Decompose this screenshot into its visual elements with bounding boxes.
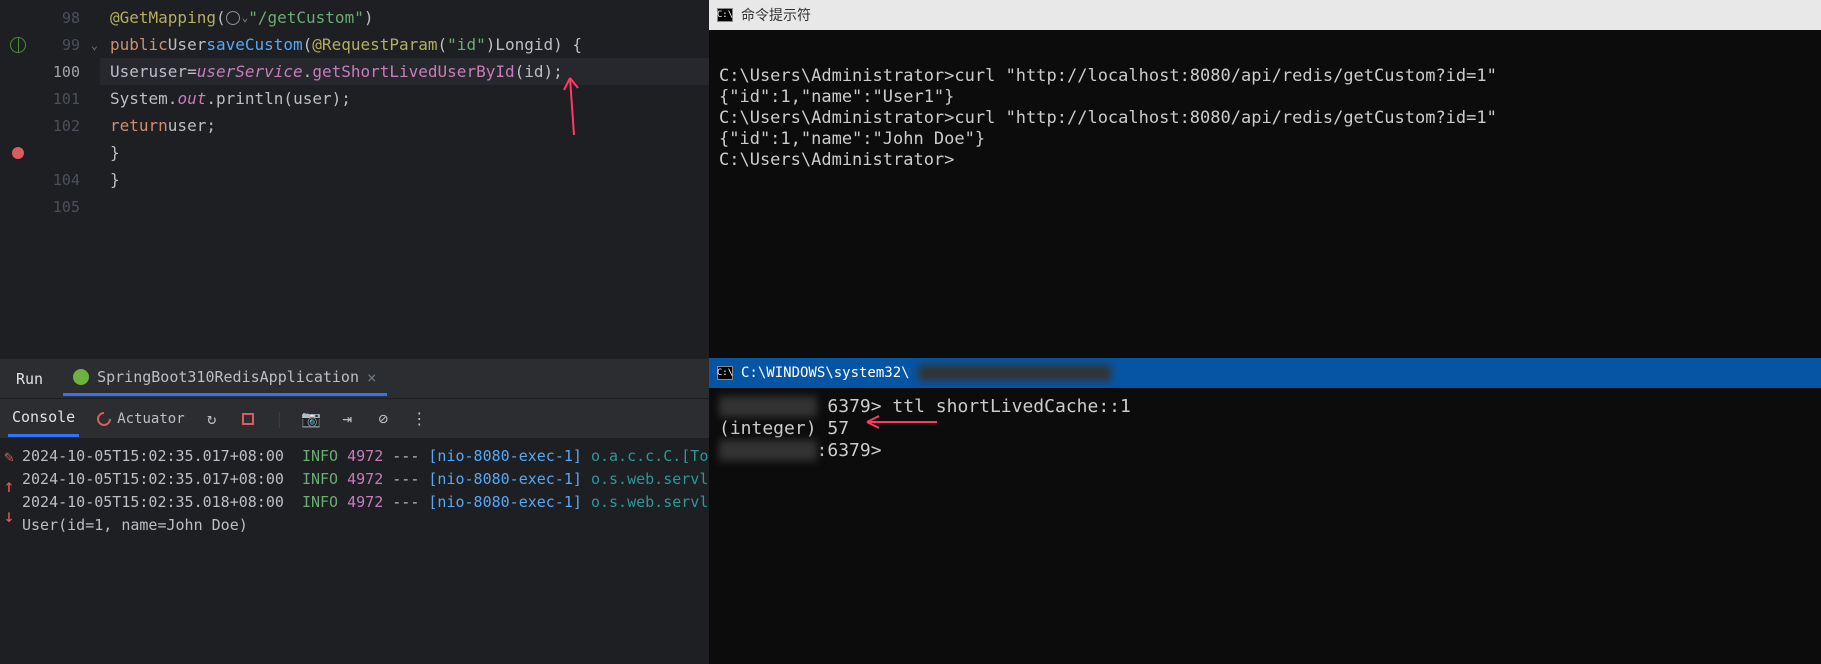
gutter-line: 102: [0, 112, 100, 139]
url-icon: ⌄: [226, 11, 249, 25]
log-line: 2024-10-05T15:02:35.018+08:00 INFO 4972 …: [22, 491, 717, 514]
gutter-line: 104: [0, 166, 100, 193]
code-line[interactable]: public User saveCustom(@RequestParam("id…: [100, 31, 709, 58]
code-line[interactable]: User user = userService.getShortLivedUse…: [100, 58, 709, 85]
console-tab[interactable]: Console: [8, 400, 79, 437]
log-line: User(id=1, name=John Doe): [22, 514, 717, 537]
code-line[interactable]: [100, 193, 709, 220]
gutter-line: [0, 139, 100, 166]
blurred-text: xxxxxxxxx: [719, 440, 817, 461]
fold-chevron-icon[interactable]: ⌄: [91, 38, 98, 52]
log-line: 2024-10-05T15:02:35.017+08:00 INFO 4972 …: [22, 445, 717, 468]
more-icon[interactable]: ⋮: [410, 410, 428, 428]
stop-icon[interactable]: [239, 410, 257, 428]
line-gutter: 98 ⌄ 99 💡 100 101 102 104 105: [0, 0, 100, 358]
gutter-line: 💡 100: [0, 58, 100, 85]
edit-icon[interactable]: ✎: [0, 447, 18, 465]
globe-icon: [10, 37, 26, 53]
gutter-line: 101: [0, 85, 100, 112]
code-line[interactable]: @GetMapping(⌄"/getCustom"): [100, 4, 709, 31]
gutter-line: 105: [0, 193, 100, 220]
console-output[interactable]: 2024-10-05T15:02:35.017+08:00 INFO 4972 …: [18, 439, 721, 664]
blurred-text: xxxxxxxxxxxxxxxxxxxxxxx: [918, 365, 1112, 381]
cmd-titlebar: C:\ 命令提示符: [709, 0, 1821, 30]
rerun-icon[interactable]: ↻: [203, 410, 221, 428]
arrow-down-icon[interactable]: ↓: [0, 507, 18, 525]
redis-output[interactable]: xxxxxxxxx 6379> ttl shortLivedCache::1 (…: [709, 388, 1821, 664]
actuator-icon: [94, 409, 114, 429]
run-panel: Run SpringBoot310RedisApplication × Cons…: [0, 358, 709, 664]
code-content[interactable]: @GetMapping(⌄"/getCustom") public User s…: [100, 0, 709, 358]
close-icon[interactable]: ×: [367, 368, 377, 387]
arrow-up-icon[interactable]: ↑: [0, 477, 18, 495]
spring-icon: [73, 369, 89, 385]
code-line[interactable]: }: [100, 139, 709, 166]
run-label: Run: [8, 370, 51, 388]
gutter-line: ⌄ 99: [0, 31, 100, 58]
exit-icon[interactable]: ⇥: [338, 410, 356, 428]
code-line[interactable]: System.out.println(user);: [100, 85, 709, 112]
arrow-annotation-icon: [859, 412, 939, 432]
log-line: 2024-10-05T15:02:35.017+08:00 INFO 4972 …: [22, 468, 717, 491]
run-config-tab[interactable]: SpringBoot310RedisApplication ×: [63, 362, 387, 396]
camera-icon[interactable]: 📷: [302, 410, 320, 428]
redis-terminal: C:\ C:\WINDOWS\system32\ xxxxxxxxxxxxxxx…: [709, 358, 1821, 664]
console-toolbar: Console Actuator ↻ | 📷 ⇥ ⊘ ⋮: [0, 399, 709, 439]
code-line[interactable]: }: [100, 166, 709, 193]
redis-titlebar: C:\ C:\WINDOWS\system32\ xxxxxxxxxxxxxxx…: [709, 358, 1821, 388]
gutter-line: 98: [0, 4, 100, 31]
code-editor[interactable]: 98 ⌄ 99 💡 100 101 102 104 105 @GetMappin…: [0, 0, 709, 358]
breakpoint-icon[interactable]: [12, 147, 24, 159]
cmd-icon: C:\: [717, 8, 733, 22]
cmd-icon: C:\: [717, 366, 733, 380]
command-prompt: C:\ 命令提示符 C:\Users\Administrator>curl "h…: [709, 0, 1821, 358]
cmd-output[interactable]: C:\Users\Administrator>curl "http://loca…: [709, 30, 1821, 358]
code-line[interactable]: return user;: [100, 112, 709, 139]
gauge-icon[interactable]: ⊘: [374, 410, 392, 428]
blurred-text: xxxxxxxxx: [719, 396, 817, 417]
run-tabs: Run SpringBoot310RedisApplication ×: [0, 359, 709, 399]
console-body: ✎ ↑ ↓ 2024-10-05T15:02:35.017+08:00 INFO…: [0, 439, 709, 664]
actuator-button[interactable]: Actuator: [97, 411, 184, 427]
console-gutter: ✎ ↑ ↓: [0, 439, 18, 664]
